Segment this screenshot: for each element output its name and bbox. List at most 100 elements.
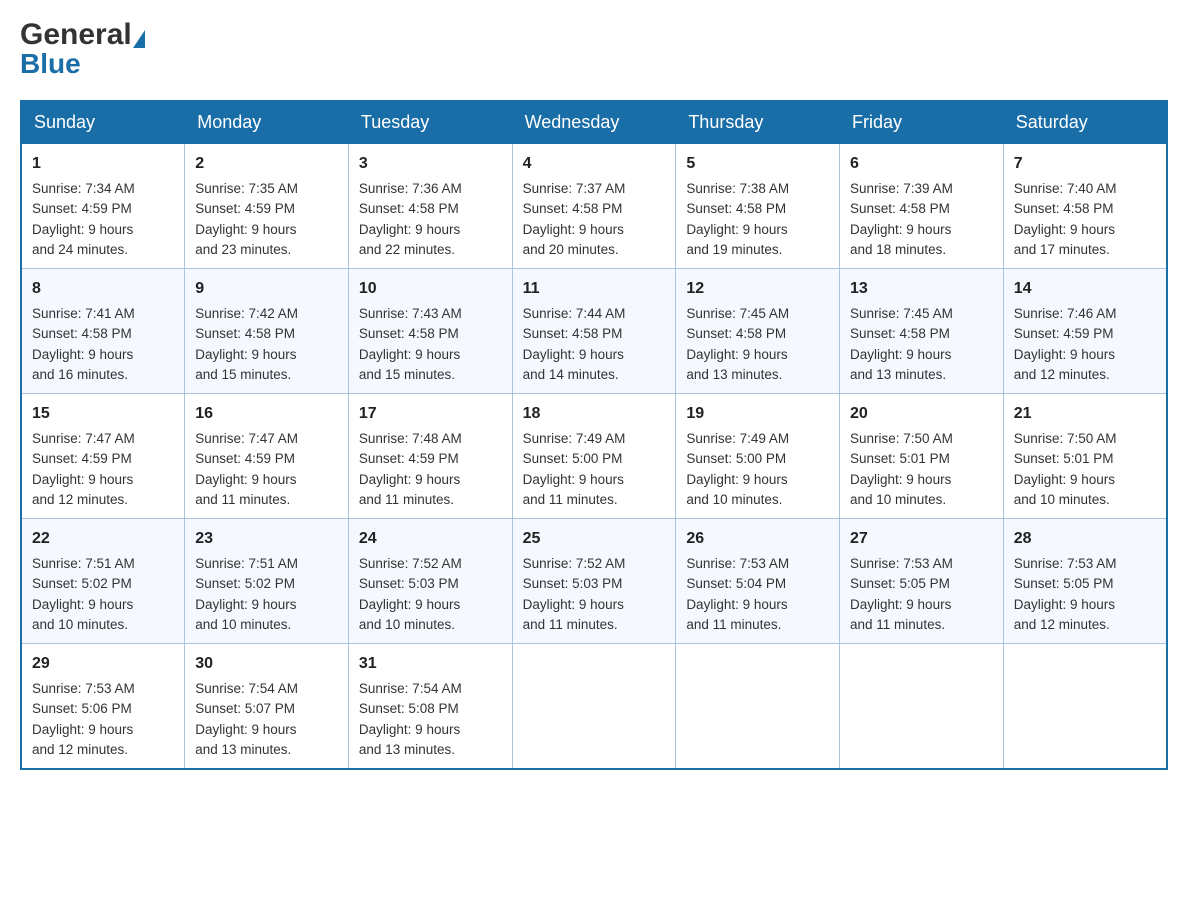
week-row-1: 1 Sunrise: 7:34 AMSunset: 4:59 PMDayligh… (21, 144, 1167, 269)
day-info: Sunrise: 7:34 AMSunset: 4:59 PMDaylight:… (32, 181, 135, 257)
day-number: 18 (523, 402, 666, 426)
day-number: 20 (850, 402, 993, 426)
calendar-cell (676, 644, 840, 770)
day-info: Sunrise: 7:52 AMSunset: 5:03 PMDaylight:… (359, 556, 462, 632)
logo: General Blue (20, 20, 145, 80)
day-info: Sunrise: 7:35 AMSunset: 4:59 PMDaylight:… (195, 181, 298, 257)
day-info: Sunrise: 7:54 AMSunset: 5:08 PMDaylight:… (359, 681, 462, 757)
day-info: Sunrise: 7:42 AMSunset: 4:58 PMDaylight:… (195, 306, 298, 382)
day-number: 2 (195, 152, 338, 176)
day-info: Sunrise: 7:47 AMSunset: 4:59 PMDaylight:… (195, 431, 298, 507)
day-number: 17 (359, 402, 502, 426)
day-number: 8 (32, 277, 174, 301)
weekday-header-wednesday: Wednesday (512, 101, 676, 144)
day-number: 11 (523, 277, 666, 301)
calendar-cell: 3 Sunrise: 7:36 AMSunset: 4:58 PMDayligh… (348, 144, 512, 269)
day-info: Sunrise: 7:54 AMSunset: 5:07 PMDaylight:… (195, 681, 298, 757)
calendar-cell: 31 Sunrise: 7:54 AMSunset: 5:08 PMDaylig… (348, 644, 512, 770)
calendar-cell (840, 644, 1004, 770)
weekday-header-thursday: Thursday (676, 101, 840, 144)
day-number: 6 (850, 152, 993, 176)
weekday-header-monday: Monday (185, 101, 349, 144)
calendar-cell: 18 Sunrise: 7:49 AMSunset: 5:00 PMDaylig… (512, 394, 676, 519)
calendar-cell: 11 Sunrise: 7:44 AMSunset: 4:58 PMDaylig… (512, 269, 676, 394)
calendar-cell: 6 Sunrise: 7:39 AMSunset: 4:58 PMDayligh… (840, 144, 1004, 269)
calendar-cell: 12 Sunrise: 7:45 AMSunset: 4:58 PMDaylig… (676, 269, 840, 394)
weekday-header-tuesday: Tuesday (348, 101, 512, 144)
day-number: 5 (686, 152, 829, 176)
day-info: Sunrise: 7:45 AMSunset: 4:58 PMDaylight:… (850, 306, 953, 382)
day-number: 13 (850, 277, 993, 301)
day-info: Sunrise: 7:44 AMSunset: 4:58 PMDaylight:… (523, 306, 626, 382)
day-number: 9 (195, 277, 338, 301)
calendar-cell: 1 Sunrise: 7:34 AMSunset: 4:59 PMDayligh… (21, 144, 185, 269)
calendar-cell: 9 Sunrise: 7:42 AMSunset: 4:58 PMDayligh… (185, 269, 349, 394)
day-info: Sunrise: 7:50 AMSunset: 5:01 PMDaylight:… (850, 431, 953, 507)
day-number: 7 (1014, 152, 1156, 176)
calendar-cell: 21 Sunrise: 7:50 AMSunset: 5:01 PMDaylig… (1003, 394, 1167, 519)
day-info: Sunrise: 7:49 AMSunset: 5:00 PMDaylight:… (523, 431, 626, 507)
day-number: 29 (32, 652, 174, 676)
calendar-cell: 17 Sunrise: 7:48 AMSunset: 4:59 PMDaylig… (348, 394, 512, 519)
day-number: 4 (523, 152, 666, 176)
calendar-cell: 28 Sunrise: 7:53 AMSunset: 5:05 PMDaylig… (1003, 519, 1167, 644)
calendar-cell: 27 Sunrise: 7:53 AMSunset: 5:05 PMDaylig… (840, 519, 1004, 644)
weekday-header-friday: Friday (840, 101, 1004, 144)
calendar-cell: 13 Sunrise: 7:45 AMSunset: 4:58 PMDaylig… (840, 269, 1004, 394)
weekday-header-saturday: Saturday (1003, 101, 1167, 144)
calendar-cell: 19 Sunrise: 7:49 AMSunset: 5:00 PMDaylig… (676, 394, 840, 519)
day-info: Sunrise: 7:53 AMSunset: 5:05 PMDaylight:… (850, 556, 953, 632)
calendar-cell: 7 Sunrise: 7:40 AMSunset: 4:58 PMDayligh… (1003, 144, 1167, 269)
day-info: Sunrise: 7:50 AMSunset: 5:01 PMDaylight:… (1014, 431, 1117, 507)
calendar-cell: 20 Sunrise: 7:50 AMSunset: 5:01 PMDaylig… (840, 394, 1004, 519)
calendar-cell: 25 Sunrise: 7:52 AMSunset: 5:03 PMDaylig… (512, 519, 676, 644)
calendar-cell: 30 Sunrise: 7:54 AMSunset: 5:07 PMDaylig… (185, 644, 349, 770)
day-info: Sunrise: 7:40 AMSunset: 4:58 PMDaylight:… (1014, 181, 1117, 257)
day-number: 15 (32, 402, 174, 426)
calendar-cell (512, 644, 676, 770)
day-number: 14 (1014, 277, 1156, 301)
week-row-4: 22 Sunrise: 7:51 AMSunset: 5:02 PMDaylig… (21, 519, 1167, 644)
day-number: 1 (32, 152, 174, 176)
calendar-cell: 10 Sunrise: 7:43 AMSunset: 4:58 PMDaylig… (348, 269, 512, 394)
day-info: Sunrise: 7:36 AMSunset: 4:58 PMDaylight:… (359, 181, 462, 257)
week-row-3: 15 Sunrise: 7:47 AMSunset: 4:59 PMDaylig… (21, 394, 1167, 519)
day-number: 27 (850, 527, 993, 551)
week-row-2: 8 Sunrise: 7:41 AMSunset: 4:58 PMDayligh… (21, 269, 1167, 394)
calendar-cell: 5 Sunrise: 7:38 AMSunset: 4:58 PMDayligh… (676, 144, 840, 269)
week-row-5: 29 Sunrise: 7:53 AMSunset: 5:06 PMDaylig… (21, 644, 1167, 770)
day-info: Sunrise: 7:46 AMSunset: 4:59 PMDaylight:… (1014, 306, 1117, 382)
calendar-cell (1003, 644, 1167, 770)
day-number: 23 (195, 527, 338, 551)
day-info: Sunrise: 7:37 AMSunset: 4:58 PMDaylight:… (523, 181, 626, 257)
calendar-cell: 23 Sunrise: 7:51 AMSunset: 5:02 PMDaylig… (185, 519, 349, 644)
page-header: General Blue (20, 20, 1168, 80)
day-info: Sunrise: 7:51 AMSunset: 5:02 PMDaylight:… (195, 556, 298, 632)
day-info: Sunrise: 7:47 AMSunset: 4:59 PMDaylight:… (32, 431, 135, 507)
day-number: 30 (195, 652, 338, 676)
calendar-table: SundayMondayTuesdayWednesdayThursdayFrid… (20, 100, 1168, 770)
calendar-cell: 15 Sunrise: 7:47 AMSunset: 4:59 PMDaylig… (21, 394, 185, 519)
calendar-cell: 16 Sunrise: 7:47 AMSunset: 4:59 PMDaylig… (185, 394, 349, 519)
calendar-cell: 24 Sunrise: 7:52 AMSunset: 5:03 PMDaylig… (348, 519, 512, 644)
day-number: 24 (359, 527, 502, 551)
day-number: 12 (686, 277, 829, 301)
calendar-cell: 26 Sunrise: 7:53 AMSunset: 5:04 PMDaylig… (676, 519, 840, 644)
day-number: 19 (686, 402, 829, 426)
day-number: 3 (359, 152, 502, 176)
day-number: 31 (359, 652, 502, 676)
day-info: Sunrise: 7:43 AMSunset: 4:58 PMDaylight:… (359, 306, 462, 382)
logo-arrow-icon (133, 30, 145, 48)
day-info: Sunrise: 7:53 AMSunset: 5:06 PMDaylight:… (32, 681, 135, 757)
weekday-header-row: SundayMondayTuesdayWednesdayThursdayFrid… (21, 101, 1167, 144)
day-number: 16 (195, 402, 338, 426)
logo-general-text: General (20, 20, 132, 50)
logo-blue-text: Blue (20, 48, 81, 80)
calendar-cell: 2 Sunrise: 7:35 AMSunset: 4:59 PMDayligh… (185, 144, 349, 269)
day-info: Sunrise: 7:45 AMSunset: 4:58 PMDaylight:… (686, 306, 789, 382)
day-number: 28 (1014, 527, 1156, 551)
weekday-header-sunday: Sunday (21, 101, 185, 144)
day-info: Sunrise: 7:49 AMSunset: 5:00 PMDaylight:… (686, 431, 789, 507)
day-info: Sunrise: 7:39 AMSunset: 4:58 PMDaylight:… (850, 181, 953, 257)
day-info: Sunrise: 7:41 AMSunset: 4:58 PMDaylight:… (32, 306, 135, 382)
